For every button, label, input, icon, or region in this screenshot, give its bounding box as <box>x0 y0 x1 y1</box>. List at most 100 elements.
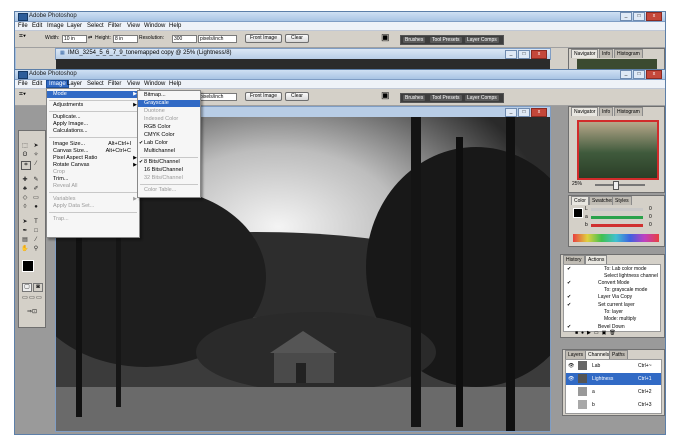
menu-item-8-bits[interactable]: ✔ 8 Bits/Channel <box>138 159 200 166</box>
back-tab-histogram[interactable]: Histogram <box>614 49 643 58</box>
back-tab-info[interactable]: Info <box>599 49 614 58</box>
menu-select[interactable]: Select <box>87 22 104 30</box>
clear-button[interactable]: Clear <box>285 34 309 43</box>
menu-item-grayscale[interactable]: Grayscale <box>138 100 200 107</box>
close-button[interactable]: x <box>646 12 662 21</box>
blur-tool-icon[interactable]: ◊ <box>21 204 29 211</box>
channel-b-value[interactable]: 0 <box>649 222 652 228</box>
tab-history[interactable]: History <box>563 255 585 264</box>
action-check-icon[interactable]: ✔ <box>567 266 571 272</box>
crop-tool-icon[interactable]: ⌗▾ <box>19 91 26 99</box>
menu-item-image-size[interactable]: Image Size... Alt+Ctrl+I <box>47 141 139 148</box>
menu-item-trim[interactable]: Trim... <box>47 176 139 183</box>
actions-buttons[interactable]: ■●▶▭▣🗑 <box>575 331 655 336</box>
doc-maximize[interactable]: □ <box>518 108 530 117</box>
eyedropper-icon[interactable]: ⁄ <box>32 237 40 244</box>
menu-file[interactable]: File <box>18 22 28 30</box>
menu-filter[interactable]: Filter <box>108 80 121 88</box>
menu-item-mode[interactable]: Mode ▶ <box>47 91 139 98</box>
history-brush-icon[interactable]: ✐ <box>32 186 40 193</box>
menu-select[interactable]: Select <box>87 80 104 88</box>
back-tab-navigator[interactable]: Navigator <box>571 49 599 58</box>
foreground-color[interactable] <box>22 260 34 272</box>
action-check-icon[interactable]: ✔ <box>567 280 571 286</box>
resolution-unit-select[interactable]: pixels/inch <box>198 93 237 101</box>
menu-filter[interactable]: Filter <box>108 22 121 30</box>
minimize-button[interactable]: _ <box>620 12 632 21</box>
tab-layers[interactable]: Layers <box>565 350 587 359</box>
doc-close[interactable]: x <box>531 108 547 117</box>
maximize-button[interactable]: □ <box>633 12 645 21</box>
channel-row-selected[interactable]: 👁 Lightness Ctrl+1 <box>566 373 661 385</box>
action-item[interactable]: Layer Via Copy <box>598 293 632 301</box>
tab-color[interactable]: Color <box>571 196 589 205</box>
eye-icon[interactable]: 👁 <box>568 376 574 382</box>
close-button[interactable]: x <box>646 70 662 79</box>
marquee-tool-icon[interactable]: ⬚ <box>21 143 29 150</box>
menu-file[interactable]: File <box>18 80 28 88</box>
jump-to-imageready-icon[interactable]: ⇒⊡ <box>22 309 42 316</box>
slice-tool-icon[interactable]: ⁄ <box>32 161 40 168</box>
action-item[interactable]: Mode: multiply <box>604 315 636 323</box>
menu-item-rotate-canvas[interactable]: Rotate Canvas ▶ <box>47 162 139 169</box>
menu-item-pixel-aspect-ratio[interactable]: Pixel Aspect Ratio ▶ <box>47 155 139 162</box>
color-ramp[interactable] <box>573 234 659 242</box>
well-brushes[interactable]: Brushes <box>403 37 426 43</box>
type-tool-icon[interactable]: T <box>32 219 40 226</box>
swap-icon[interactable]: ⇄ <box>88 35 92 41</box>
clone-stamp-icon[interactable]: ♣ <box>21 186 29 193</box>
dodge-tool-icon[interactable]: ● <box>32 204 40 211</box>
menu-help[interactable]: Help <box>169 80 181 88</box>
menu-layer[interactable]: Layer <box>67 80 82 88</box>
menu-item-apply-image[interactable]: Apply Image... <box>47 121 139 128</box>
channel-row[interactable]: 👁 Lab Ctrl+~ <box>566 360 661 372</box>
resolution-field[interactable]: 300 <box>172 35 197 43</box>
menu-help[interactable]: Help <box>169 22 181 30</box>
navigator-zoom-value[interactable]: 25% <box>572 181 582 187</box>
doc-minimize[interactable]: _ <box>505 50 517 59</box>
path-select-icon[interactable]: ➤ <box>21 219 29 226</box>
navigator-zoom-slider[interactable] <box>595 184 645 186</box>
menu-view[interactable]: View <box>127 22 140 30</box>
menu-layer[interactable]: Layer <box>67 22 82 30</box>
quickmask-mode-icon[interactable]: ◙ <box>33 283 43 292</box>
full-screen-icon[interactable]: ▭ <box>35 295 43 302</box>
brush-tool-icon[interactable]: ✎ <box>32 177 40 184</box>
channel-a-value[interactable]: 0 <box>649 214 652 220</box>
front-image-button[interactable]: Front Image <box>245 92 282 101</box>
well-layer-comps[interactable]: Layer Comps <box>465 95 499 101</box>
menu-item-calculations[interactable]: Calculations... <box>47 128 139 135</box>
action-check-icon[interactable]: ✔ <box>567 324 571 330</box>
menu-item-multichannel[interactable]: Multichannel <box>138 148 200 155</box>
notes-tool-icon[interactable]: ▤ <box>21 237 29 244</box>
front-image-button[interactable]: Front Image <box>245 34 282 43</box>
menu-window[interactable]: Window <box>144 22 165 30</box>
tab-info[interactable]: Info <box>599 107 614 116</box>
shape-tool-icon[interactable]: □ <box>32 228 40 235</box>
menu-item-canvas-size[interactable]: Canvas Size... Alt+Ctrl+C <box>47 148 139 155</box>
tab-histogram[interactable]: Histogram <box>614 107 643 116</box>
clear-button[interactable]: Clear <box>285 92 309 101</box>
menu-image[interactable]: Image <box>47 22 64 30</box>
well-brushes[interactable]: Brushes <box>403 95 426 101</box>
channel-l-slider[interactable] <box>591 208 643 211</box>
navigator-zoom-handle[interactable] <box>613 181 619 190</box>
tab-navigator[interactable]: Navigator <box>571 107 599 116</box>
channel-row[interactable]: a Ctrl+2 <box>566 386 661 398</box>
maximize-button[interactable]: □ <box>633 70 645 79</box>
menu-item-lab-color[interactable]: ✔ Lab Color <box>138 140 200 147</box>
menu-item-16-bits[interactable]: 16 Bits/Channel <box>138 167 200 174</box>
doc-minimize[interactable]: _ <box>505 108 517 117</box>
navigator-thumbnail[interactable] <box>577 120 659 180</box>
pen-tool-icon[interactable]: ✒ <box>21 228 29 235</box>
channel-b-slider[interactable] <box>591 224 643 227</box>
well-tool-presets[interactable]: Tool Presets <box>430 37 462 43</box>
height-field[interactable]: 8 in <box>113 35 138 43</box>
color-foreground-swatch[interactable] <box>573 208 583 218</box>
crop-tool-icon[interactable]: ⌗ <box>21 161 31 170</box>
palette-icon[interactable]: ▣ <box>381 90 390 101</box>
action-check-icon[interactable]: ✔ <box>567 302 571 308</box>
standard-mode-icon[interactable]: ▢ <box>22 283 32 292</box>
lasso-tool-icon[interactable]: ʘ <box>21 152 29 159</box>
tab-styles[interactable]: Styles <box>612 196 632 205</box>
